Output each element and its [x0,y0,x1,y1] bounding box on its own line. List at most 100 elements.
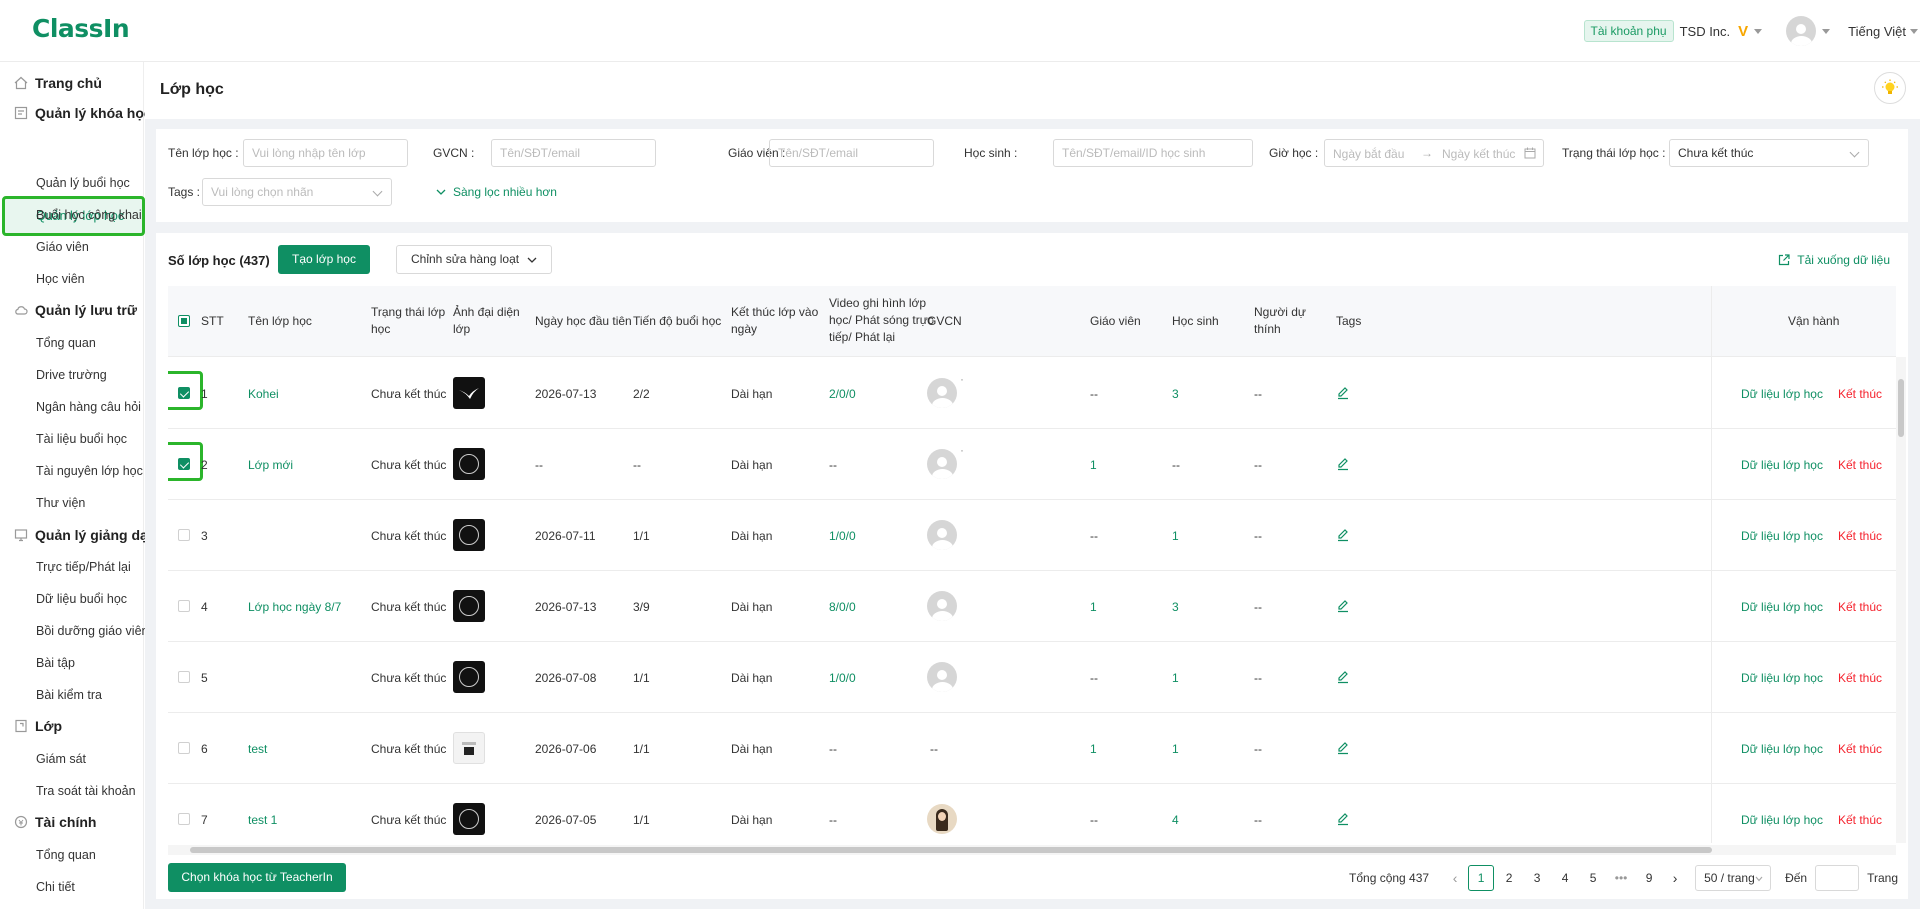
row-teacher-count[interactable]: 1 [1090,600,1097,614]
prev-page-icon[interactable]: ‹ [1443,870,1467,886]
sidebar-item-account-audit[interactable]: Tra soát tài khoản [36,784,136,798]
end-class-link[interactable]: Kết thúc [1838,742,1882,756]
table-vertical-scrollbar[interactable] [1896,357,1906,843]
row-student-count[interactable]: 1 [1172,742,1179,756]
goto-page-input[interactable] [1815,864,1860,891]
sidebar-group-class[interactable]: Lớp [14,718,62,734]
bulk-edit-dropdown[interactable]: Chỉnh sửa hàng loạt [396,245,552,274]
class-data-link[interactable]: Dữ liệu lớp học [1741,387,1823,401]
gvcn-avatar[interactable] [927,662,957,692]
sidebar-item-question-bank[interactable]: Ngân hàng câu hỏi [36,400,141,414]
sidebar-group-storage[interactable]: Quản lý lưu trữ [14,302,137,318]
select-all-checkbox[interactable] [178,315,190,327]
sidebar-item-finance-detail[interactable]: Chi tiết [36,880,75,894]
end-class-link[interactable]: Kết thúc [1838,529,1882,543]
row-checkbox[interactable] [178,529,190,541]
row-teacher-count[interactable]: 1 [1090,742,1097,756]
row-class-name-link[interactable]: test [248,742,267,756]
class-data-link[interactable]: Dữ liệu lớp học [1741,671,1823,685]
sidebar-item-students[interactable]: Học viên [36,272,85,286]
vertical-scroll-thumb[interactable] [1898,379,1904,437]
end-class-link[interactable]: Kết thúc [1838,671,1882,685]
next-page-icon[interactable]: › [1663,870,1687,886]
sidebar-item-session-docs[interactable]: Tài liệu buổi học [36,432,127,446]
status-filter-select[interactable]: Chưa kết thúc [1669,139,1869,167]
sidebar-item-finance-overview[interactable]: Tổng quan [36,848,96,862]
sidebar-item-school-drive[interactable]: Drive trường [36,368,107,382]
horizontal-scroll-thumb[interactable] [190,847,1712,853]
page-button[interactable]: 3 [1524,865,1550,891]
date-range-picker[interactable]: Ngày bắt đầu → Ngày kết thúc [1324,139,1544,167]
row-class-name-link[interactable]: Kohei [248,387,279,401]
sidebar-item-teachers[interactable]: Giáo viên [36,240,89,254]
sidebar-group-course[interactable]: Quản lý khóa học [14,105,152,121]
page-size-select[interactable]: 50 / trang [1695,864,1772,891]
sidebar-item-library[interactable]: Thư viện [36,496,85,510]
page-ellipsis[interactable]: ••• [1608,865,1634,891]
sidebar-item-live-replay[interactable]: Trực tiếp/Phát lại [36,560,131,574]
sidebar-group-finance[interactable]: Tài chính [14,814,96,830]
sidebar-item-teacher-training[interactable]: Bồi dưỡng giáo viên [36,624,148,638]
end-class-link[interactable]: Kết thúc [1838,387,1882,401]
row-student-count[interactable]: 1 [1172,529,1179,543]
org-name[interactable]: TSD Inc. [1680,24,1731,39]
end-date-input[interactable]: Ngày kết thúc [1442,147,1515,161]
row-class-name-link[interactable]: Lớp mới [248,458,293,472]
class-data-link[interactable]: Dữ liệu lớp học [1741,742,1823,756]
edit-tags-icon[interactable] [1336,528,1350,542]
lightbulb-icon[interactable] [1874,72,1906,104]
end-class-link[interactable]: Kết thúc [1838,600,1882,614]
class-name-filter-input[interactable]: Vui lòng nhập tên lớp [243,139,408,167]
edit-tags-icon[interactable] [1336,386,1350,400]
row-checkbox[interactable] [178,387,190,399]
row-class-name-link[interactable]: Lớp học ngày 8/7 [248,600,341,614]
row-class-name-link[interactable]: test 1 [248,813,277,827]
edit-tags-icon[interactable] [1336,670,1350,684]
class-data-link[interactable]: Dữ liệu lớp học [1741,600,1823,614]
page-button[interactable]: 1 [1468,864,1495,891]
tags-filter-select[interactable]: Vui lòng chọn nhãn [202,178,392,206]
row-video-link[interactable]: 8/0/0 [829,600,856,614]
class-data-link[interactable]: Dữ liệu lớp học [1741,529,1823,543]
student-filter-input[interactable]: Tên/SĐT/email/ID học sinh [1053,139,1253,167]
start-date-input[interactable]: Ngày bắt đầu [1333,147,1404,161]
class-data-link[interactable]: Dữ liệu lớp học [1741,813,1823,827]
sidebar-item-session-data[interactable]: Dữ liệu buổi học [36,592,127,606]
sidebar-group-teaching[interactable]: Quản lý giảng dạy [14,527,156,543]
edit-tags-icon[interactable] [1336,457,1350,471]
page-button[interactable]: 9 [1636,865,1662,891]
more-filters-toggle[interactable]: Sàng lọc nhiều hơn [436,185,557,199]
table-horizontal-scrollbar[interactable] [168,845,1896,855]
choose-teacherin-course-button[interactable]: Chọn khóa học từ TeacherIn [168,863,346,892]
row-checkbox[interactable] [178,600,190,612]
user-dropdown-icon[interactable] [1822,28,1831,34]
download-data-link[interactable]: Tải xuống dữ liệu [1778,253,1890,267]
gvcn-avatar[interactable] [927,591,957,621]
row-video-link[interactable]: 1/0/0 [829,671,856,685]
edit-tags-icon[interactable] [1336,599,1350,613]
class-data-link[interactable]: Dữ liệu lớp học [1741,458,1823,472]
row-video-link[interactable]: 2/0/0 [829,387,856,401]
user-avatar[interactable] [1786,16,1817,46]
gvcn-avatar[interactable] [927,520,957,550]
teacher-filter-input[interactable]: Tên/SĐT/email [769,139,934,167]
language-selector[interactable]: Tiếng Việt [1848,24,1906,39]
page-button[interactable]: 2 [1496,865,1522,891]
sidebar-item-storage-overview[interactable]: Tổng quan [36,336,96,350]
gvcn-avatar[interactable] [927,804,957,834]
row-student-count[interactable]: 3 [1172,600,1179,614]
page-button[interactable]: 4 [1552,865,1578,891]
sidebar-item-homework[interactable]: Bài tập [36,656,75,670]
end-class-link[interactable]: Kết thúc [1838,458,1882,472]
row-checkbox[interactable] [178,671,190,683]
row-video-link[interactable]: 1/0/0 [829,529,856,543]
row-checkbox[interactable] [178,742,190,754]
gvcn-avatar[interactable] [927,449,957,479]
row-checkbox[interactable] [178,458,190,470]
sidebar-item-public-sessions[interactable]: Buổi học công khai [36,208,142,222]
edit-tags-icon[interactable] [1336,741,1350,755]
org-dropdown-icon[interactable] [1754,28,1763,34]
sidebar-item-exams[interactable]: Bài kiểm tra [36,688,102,702]
row-checkbox[interactable] [178,813,190,825]
end-class-link[interactable]: Kết thúc [1838,813,1882,827]
